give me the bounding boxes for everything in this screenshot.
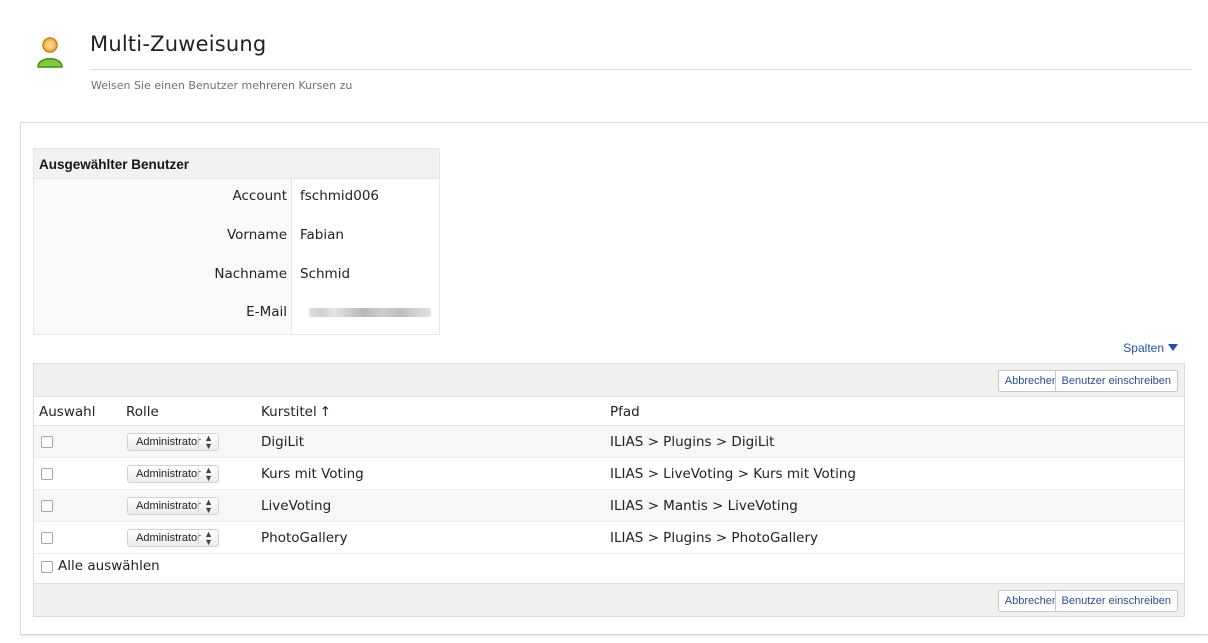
select-all-label: Alle auswählen — [58, 558, 160, 574]
sort-up-icon: ↑ — [319, 404, 332, 420]
role-select[interactable]: Administrator ▲ ▼ — [127, 465, 219, 483]
email-value-redacted — [309, 308, 431, 317]
enroll-user-button-bottom[interactable]: Benutzer einschreiben — [1054, 590, 1178, 612]
row-checkbox[interactable] — [41, 500, 53, 512]
caret-down-icon — [1168, 344, 1178, 351]
course-path: ILIAS > Plugins > PhotoGallery — [610, 530, 819, 546]
course-title: PhotoGallery — [261, 530, 348, 546]
table-command-bar-top: Abbrechen Benutzer einschreiben — [34, 364, 1184, 397]
course-title: Kurs mit Voting — [261, 466, 364, 482]
role-select[interactable]: Administrator ▲ ▼ — [127, 497, 219, 515]
course-title-header-label: Kurstitel — [261, 404, 317, 420]
role-select-value: Administrator — [136, 500, 201, 512]
table-row: Administrator ▲ ▼ PhotoGallery ILIAS > Pl… — [34, 522, 1184, 554]
course-table: Abbrechen Benutzer einschreiben Auswahl … — [33, 363, 1185, 617]
lastname-value: Schmid — [300, 266, 351, 282]
role-select[interactable]: Administrator ▲ ▼ — [127, 433, 219, 451]
info-row-firstname: Vorname Fabian — [34, 218, 439, 251]
row-checkbox[interactable] — [41, 436, 53, 448]
firstname-label: Vorname — [226, 227, 287, 243]
info-row-email: E-Mail — [34, 295, 439, 328]
selected-user-heading: Ausgewählter Benutzer — [34, 149, 439, 179]
info-row-lastname: Nachname Schmid — [34, 257, 439, 290]
course-path: ILIAS > Plugins > DigiLit — [610, 434, 775, 450]
table-row: Administrator ▲ ▼ DigiLit ILIAS > Plugins… — [34, 426, 1184, 458]
row-checkbox[interactable] — [41, 532, 53, 544]
table-row: Administrator ▲ ▼ LiveVoting ILIAS > Mant… — [34, 490, 1184, 522]
table-row: Administrator ▲ ▼ Kurs mit Voting ILIAS >… — [34, 458, 1184, 490]
select-divider — [198, 468, 199, 480]
account-value: fschmid006 — [300, 188, 380, 204]
role-select-value: Administrator — [136, 532, 201, 544]
col-header-path: Pfad — [610, 404, 640, 420]
updown-arrows-icon: ▲ ▼ — [204, 497, 213, 515]
select-all-checkbox[interactable] — [41, 561, 53, 573]
role-select[interactable]: Administrator ▲ ▼ — [127, 529, 219, 547]
firstname-value: Fabian — [300, 227, 344, 243]
course-title: DigiLit — [261, 434, 305, 450]
columns-toggle-label: Spalten — [1123, 341, 1164, 355]
table-command-bar-bottom: Abbrechen Benutzer einschreiben — [34, 583, 1184, 616]
select-divider — [198, 436, 199, 448]
user-icon — [37, 37, 63, 68]
selected-user-box: Ausgewählter Benutzer Account fschmid006… — [33, 148, 440, 335]
page-subtitle: Weisen Sie einen Benutzer mehreren Kurse… — [91, 79, 353, 92]
role-select-value: Administrator — [136, 436, 201, 448]
updown-arrows-icon: ▲ ▼ — [204, 433, 213, 451]
col-header-select: Auswahl — [39, 404, 96, 420]
role-select-value: Administrator — [136, 468, 201, 480]
title-divider — [90, 69, 1192, 70]
row-checkbox[interactable] — [41, 468, 53, 480]
col-header-role: Rolle — [126, 404, 159, 420]
select-all[interactable]: Alle auswählen — [34, 555, 334, 579]
course-path: ILIAS > LiveVoting > Kurs mit Voting — [610, 466, 856, 482]
col-header-course-title[interactable]: Kurstitel ↑ — [261, 404, 331, 420]
info-row-account: Account fschmid006 — [34, 179, 439, 212]
table-header-row: Auswahl Rolle Kurstitel ↑ Pfad — [34, 397, 1184, 426]
columns-toggle[interactable]: Spalten — [1123, 341, 1178, 355]
enroll-user-button-top[interactable]: Benutzer einschreiben — [1054, 370, 1178, 392]
content-panel: Ausgewählter Benutzer Account fschmid006… — [20, 122, 1208, 635]
course-title: LiveVoting — [261, 498, 332, 514]
course-path: ILIAS > Mantis > LiveVoting — [610, 498, 798, 514]
email-label: E-Mail — [246, 304, 287, 320]
table-body: Administrator ▲ ▼ DigiLit ILIAS > Plugins… — [34, 426, 1184, 554]
updown-arrows-icon: ▲ ▼ — [204, 465, 213, 483]
account-label: Account — [232, 188, 287, 204]
lastname-label: Nachname — [214, 266, 287, 282]
select-divider — [198, 500, 199, 512]
updown-arrows-icon: ▲ ▼ — [204, 529, 213, 547]
page-header: Multi-Zuweisung Weisen Sie einen Benutze… — [0, 0, 1208, 120]
select-divider — [198, 532, 199, 544]
page-title: Multi-Zuweisung — [90, 32, 267, 56]
